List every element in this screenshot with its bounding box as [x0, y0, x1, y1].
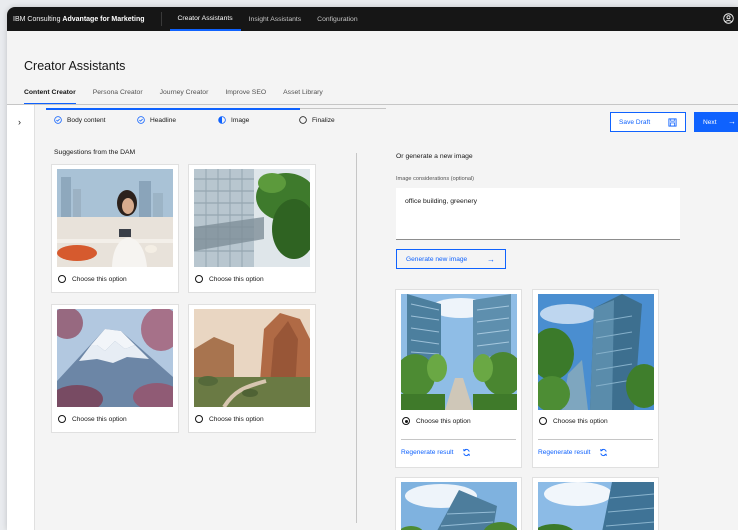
- tab-content-creator[interactable]: Content Creator: [24, 89, 76, 105]
- generated-result-card[interactable]: Choose this option Regenerate result: [533, 290, 658, 467]
- dam-option-card[interactable]: Choose this option: [189, 165, 315, 292]
- content-tabs: Content Creator Persona Creator Journey …: [24, 89, 340, 105]
- nav-insight-assistants[interactable]: Insight Assistants: [241, 7, 310, 31]
- tab-asset-library[interactable]: Asset Library: [283, 89, 323, 105]
- arrow-right-icon: →: [728, 117, 736, 126]
- step-image[interactable]: Image: [218, 116, 249, 124]
- step-label: Image: [231, 116, 250, 124]
- side-panel-toggle[interactable]: ›: [7, 105, 35, 530]
- renew-icon: [600, 448, 608, 457]
- image-considerations-label: Image considerations (optional): [396, 176, 475, 182]
- save-draft-label: Save Draft: [619, 118, 651, 126]
- step-body-content[interactable]: Body content: [54, 116, 106, 124]
- chevron-right-icon[interactable]: ›: [18, 117, 21, 127]
- option-label: Choose this option: [553, 417, 608, 425]
- radio-button[interactable]: [195, 275, 203, 283]
- main-content: Body content Headline Image Finalize Sav…: [36, 105, 738, 530]
- arrow-right-icon: →: [487, 255, 495, 264]
- image-considerations-textarea[interactable]: office building, greenery: [396, 188, 680, 240]
- radio-button-selected[interactable]: [402, 417, 410, 425]
- radio-button[interactable]: [58, 275, 66, 283]
- office-tower-image: [538, 294, 654, 410]
- user-avatar-icon[interactable]: [723, 13, 734, 24]
- radio-button[interactable]: [58, 415, 66, 423]
- radio-button[interactable]: [195, 415, 203, 423]
- nav-creator-assistants[interactable]: Creator Assistants: [169, 7, 241, 31]
- dam-option-card[interactable]: Choose this option: [189, 305, 315, 432]
- regenerate-result-link[interactable]: Regenerate result: [538, 448, 608, 457]
- generate-button-label: Generate new image: [406, 255, 468, 263]
- renew-icon: [463, 448, 471, 457]
- tab-improve-seo[interactable]: Improve SEO: [225, 89, 266, 105]
- brand-prefix: IBM Consulting: [13, 15, 61, 23]
- generated-result-card[interactable]: [533, 478, 658, 530]
- save-icon: [668, 118, 677, 127]
- section-divider: [356, 153, 357, 523]
- choose-option-radio[interactable]: Choose this option: [402, 417, 471, 425]
- office-building-image: [401, 482, 517, 530]
- woman-at-cafe-image: [57, 169, 173, 267]
- top-navigation: Creator Assistants Insight Assistants Co…: [169, 7, 366, 31]
- office-building-image: [401, 294, 517, 410]
- red-rock-canyon-image: [194, 309, 310, 407]
- dam-option-card[interactable]: Choose this option: [52, 165, 178, 292]
- step-headline[interactable]: Headline: [137, 116, 176, 124]
- generated-result-card[interactable]: Choose this option Regenerate result: [396, 290, 521, 467]
- generate-heading: Or generate a new image: [396, 153, 473, 160]
- choose-option-radio[interactable]: Choose this option: [539, 417, 608, 425]
- choose-option-radio[interactable]: Choose this option: [195, 415, 264, 423]
- option-label: Choose this option: [209, 275, 264, 283]
- card-divider: [538, 439, 653, 440]
- glass-skybridge-image: [194, 169, 310, 267]
- choose-option-radio[interactable]: Choose this option: [58, 415, 127, 423]
- office-tower-image: [538, 482, 654, 530]
- progress-indicator: Body content Headline Image Finalize: [46, 108, 386, 128]
- option-label: Choose this option: [72, 415, 127, 423]
- progress-remaining-bar: [300, 108, 386, 109]
- choose-option-radio[interactable]: Choose this option: [195, 275, 264, 283]
- generated-result-card[interactable]: [396, 478, 521, 530]
- dam-option-card[interactable]: Choose this option: [52, 305, 178, 432]
- next-button[interactable]: Next →: [694, 112, 738, 132]
- choose-option-radio[interactable]: Choose this option: [58, 275, 127, 283]
- dam-suggestions-heading: Suggestions from the DAM: [54, 149, 136, 156]
- card-divider: [401, 439, 516, 440]
- snow-mountain-image: [57, 309, 173, 407]
- brand-name[interactable]: IBM Consulting Advantage for Marketing: [7, 16, 145, 23]
- option-label: Choose this option: [416, 417, 471, 425]
- progress-complete-bar: [46, 108, 300, 110]
- header-divider: [160, 12, 162, 26]
- top-header: IBM Consulting Advantage for Marketing C…: [7, 7, 738, 31]
- option-label: Choose this option: [72, 275, 127, 283]
- nav-configuration[interactable]: Configuration: [309, 7, 365, 31]
- regenerate-label: Regenerate result: [401, 449, 454, 456]
- option-label: Choose this option: [209, 415, 264, 423]
- checkmark-outline-icon: [54, 116, 62, 124]
- regenerate-label: Regenerate result: [538, 449, 591, 456]
- page-header: Creator Assistants Content Creator Perso…: [7, 31, 738, 105]
- tab-journey-creator[interactable]: Journey Creator: [160, 89, 209, 105]
- regenerate-result-link[interactable]: Regenerate result: [401, 448, 471, 457]
- next-label: Next: [703, 118, 717, 126]
- generate-new-image-button[interactable]: Generate new image →: [396, 249, 506, 269]
- step-label: Finalize: [312, 116, 335, 124]
- half-filled-circle-icon: [218, 116, 226, 124]
- tab-persona-creator[interactable]: Persona Creator: [93, 89, 143, 105]
- page-title: Creator Assistants: [24, 59, 126, 73]
- empty-circle-icon: [299, 116, 307, 124]
- brand-product: Advantage for Marketing: [62, 15, 145, 23]
- app-window: IBM Consulting Advantage for Marketing C…: [7, 7, 738, 530]
- checkmark-outline-icon: [137, 116, 145, 124]
- step-finalize[interactable]: Finalize: [299, 116, 335, 124]
- step-label: Headline: [150, 116, 177, 124]
- step-label: Body content: [67, 116, 106, 124]
- radio-button[interactable]: [539, 417, 547, 425]
- save-draft-button[interactable]: Save Draft: [610, 112, 686, 132]
